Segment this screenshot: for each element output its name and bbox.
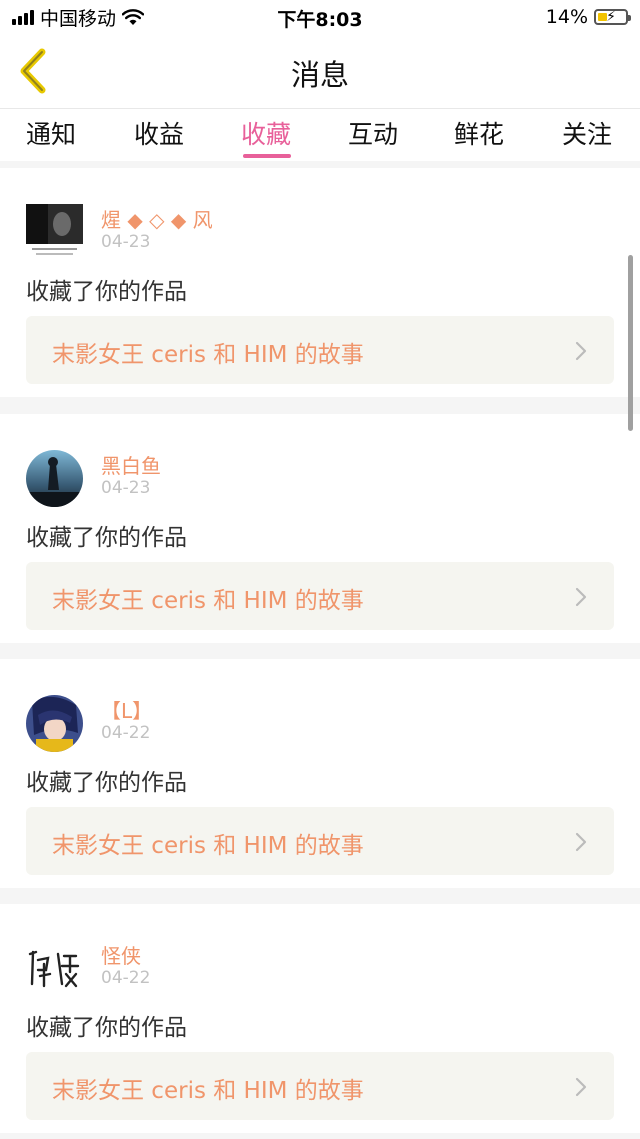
avatar[interactable]: [26, 450, 83, 507]
chevron-right-icon: [575, 832, 587, 852]
work-link[interactable]: 末影女王 ceris 和 HIM 的故事: [26, 807, 614, 875]
work-link[interactable]: 末影女王 ceris 和 HIM 的故事: [26, 316, 614, 384]
date: 04-22: [101, 968, 151, 988]
work-title: 末影女王 ceris 和 HIM 的故事: [52, 833, 364, 859]
list-item: 【L】 04-22 收藏了你的作品 末影女王 ceris 和 HIM 的故事: [0, 659, 640, 888]
tab-earnings[interactable]: 收益: [134, 115, 184, 151]
list-item: 怪侠 04-22 收藏了你的作品 末影女王 ceris 和 HIM 的故事: [0, 904, 640, 1133]
avatar[interactable]: [26, 940, 83, 997]
date: 04-22: [101, 723, 151, 743]
battery-area: 14% ⚡: [545, 5, 631, 29]
username[interactable]: 黑白鱼: [101, 450, 161, 479]
work-link[interactable]: 末影女王 ceris 和 HIM 的故事: [26, 562, 614, 630]
charging-bolt-icon: ⚡: [606, 9, 616, 25]
battery-icon: ⚡: [594, 9, 631, 25]
chevron-right-icon: [575, 1077, 587, 1097]
scrollbar[interactable]: [628, 255, 633, 431]
work-title: 末影女王 ceris 和 HIM 的故事: [52, 588, 364, 614]
action-text: 收藏了你的作品: [26, 525, 187, 551]
tab-flowers[interactable]: 鲜花: [454, 115, 504, 151]
avatar-image: [26, 940, 83, 997]
username[interactable]: 怪侠: [101, 940, 141, 969]
chevron-right-icon: [575, 587, 587, 607]
status-bar: 中国移动 下午8:03 14% ⚡: [0, 0, 640, 34]
tab-favorites[interactable]: 收藏: [241, 115, 291, 151]
tab-notifications[interactable]: 通知: [26, 115, 76, 151]
action-text: 收藏了你的作品: [26, 1015, 187, 1041]
clock: 下午8:03: [277, 9, 363, 31]
work-title: 末影女王 ceris 和 HIM 的故事: [52, 1078, 364, 1104]
username[interactable]: 煋 ◆ ◇ ◆ 风: [101, 204, 213, 233]
date: 04-23: [101, 478, 151, 498]
message-feed[interactable]: 煋 ◆ ◇ ◆ 风 04-23 收藏了你的作品 末影女王 ceris 和 HIM…: [0, 161, 640, 1139]
avatar-image: [26, 204, 83, 255]
date: 04-23: [101, 232, 151, 252]
tab-bar: 通知 收益 收藏 互动 鲜花 关注: [0, 109, 640, 161]
page-title: 消息: [290, 58, 349, 92]
list-item: 煋 ◆ ◇ ◆ 风 04-23 收藏了你的作品 末影女王 ceris 和 HIM…: [0, 168, 640, 397]
battery-percent: 14%: [545, 6, 588, 28]
action-text: 收藏了你的作品: [26, 770, 187, 796]
username[interactable]: 【L】: [101, 695, 152, 724]
avatar-image: [26, 450, 83, 507]
avatar[interactable]: [26, 695, 83, 752]
nav-bar: 消息: [0, 34, 640, 108]
work-title: 末影女王 ceris 和 HIM 的故事: [52, 342, 364, 368]
tab-interactions[interactable]: 互动: [348, 115, 398, 151]
chevron-right-icon: [575, 341, 587, 361]
active-tab-indicator: [243, 154, 291, 158]
list-item: 黑白鱼 04-23 收藏了你的作品 末影女王 ceris 和 HIM 的故事: [0, 414, 640, 643]
action-text: 收藏了你的作品: [26, 279, 187, 305]
avatar[interactable]: [26, 204, 83, 261]
work-link[interactable]: 末影女王 ceris 和 HIM 的故事: [26, 1052, 614, 1120]
avatar-image: [26, 695, 83, 752]
tab-following[interactable]: 关注: [562, 115, 612, 151]
